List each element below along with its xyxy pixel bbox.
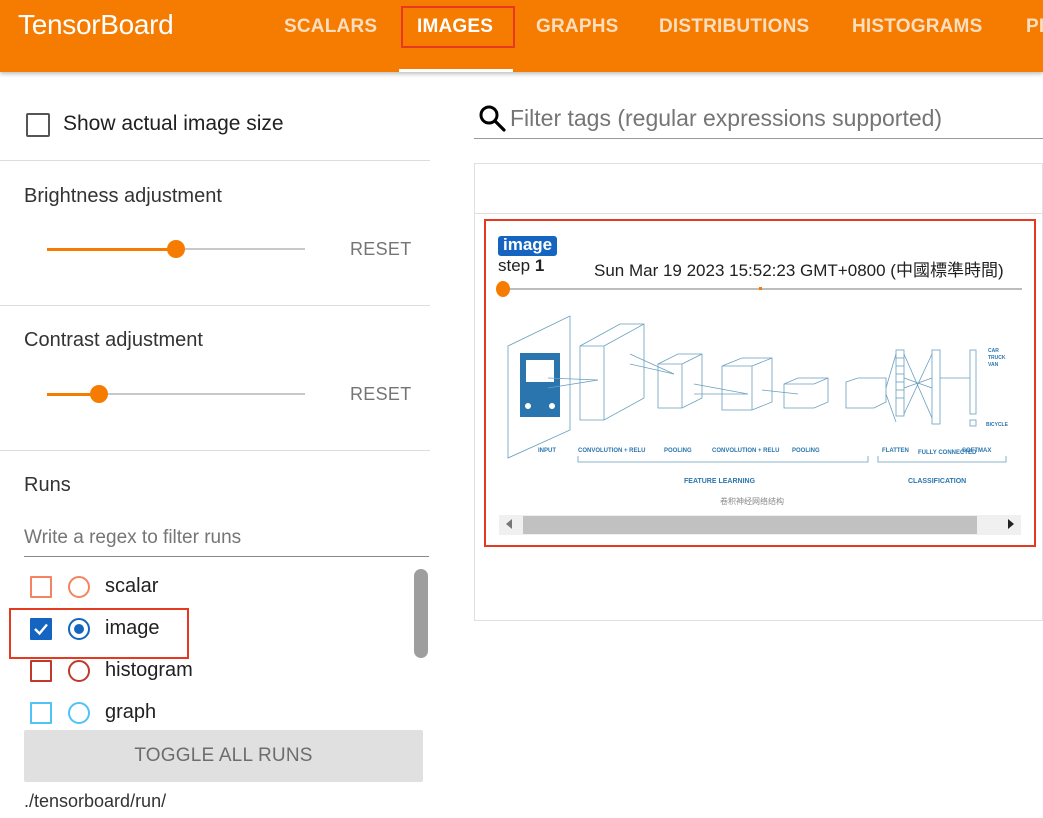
img-label-conv1: CONVOLUTION + RELU [578,448,646,454]
img-label-input: INPUT [538,448,556,454]
img-label-truck: TRUCK [988,355,1006,361]
tab-scalars[interactable]: SCALARS [284,14,377,40]
runs-filter-input[interactable] [24,520,429,557]
cnn-architecture-image: INPUT CONVOLUTION + RELU POOLING CONVOLU… [507,315,1009,506]
image-horizontal-scrollbar[interactable] [499,515,1021,535]
img-label-car: CAR [988,348,999,354]
scroll-left-icon[interactable] [506,519,512,529]
cnn-drawing [507,315,1007,463]
tag-filter-input[interactable] [510,100,1040,136]
brightness-title: Brightness adjustment [24,185,222,207]
tab-histograms[interactable]: HISTOGRAMS [852,14,982,40]
run-radio[interactable] [68,702,90,724]
step-slider-thumb[interactable] [496,281,510,297]
img-label-classification: CLASSIFICATION [908,478,966,485]
run-name: graph [105,701,157,723]
tag-filter [474,96,1043,139]
run-checkbox[interactable] [30,660,52,682]
run-name: scalar [105,575,159,597]
divider [0,450,430,451]
img-label-conv2: CONVOLUTION + RELU [712,448,780,454]
step-slider-tick [759,287,762,290]
step-prefix: step [498,256,531,275]
show-actual-size-checkbox[interactable] [26,113,50,137]
contrast-reset-button[interactable]: RESET [350,384,412,405]
step-value: 1 [534,256,545,275]
show-actual-size-label: Show actual image size [63,112,284,135]
sidebar: Show actual image size Brightness adjust… [0,72,430,818]
active-tab-indicator [399,69,513,72]
images-tab-highlight [401,6,515,48]
scrollbar-thumb[interactable] [523,516,977,534]
run-checkbox[interactable] [30,702,52,724]
img-label-pool1: POOLING [664,448,692,454]
img-caption: 卷积神经网络结构 [720,496,784,506]
scroll-right-icon[interactable] [1008,519,1014,529]
image-run-highlight [9,608,189,659]
divider [0,160,430,161]
app-title: TensorBoard [18,9,174,40]
tab-projector[interactable]: PI [1026,14,1043,40]
img-label-van: VAN [988,362,999,368]
brightness-slider-thumb[interactable] [167,240,185,258]
logdir-path: ./tensorboard/run/ [24,791,167,811]
img-label-bicycle: BICYCLE [986,422,1009,428]
step-label: step 1 [498,256,544,276]
wall-time: Sun Mar 19 2023 15:52:23 GMT+0800 (中國標準時… [594,261,1004,280]
divider [0,305,430,306]
brightness-reset-button[interactable]: RESET [350,239,412,260]
contrast-slider-thumb[interactable] [90,385,108,403]
run-radio[interactable] [68,576,90,598]
brightness-slider-fill [47,248,176,251]
run-name: histogram [105,659,193,681]
img-label-softmax: SOFTMAX [962,448,991,454]
toggle-all-runs-button[interactable]: TOGGLE ALL RUNS [24,730,423,782]
run-checkbox[interactable] [30,576,52,598]
top-app-bar: TensorBoard SCALARS IMAGES GRAPHS DISTRI… [0,0,1043,72]
img-label-feature-learning: FEATURE LEARNING [684,478,756,485]
tab-graphs[interactable]: GRAPHS [536,14,619,40]
image-tag-chip: image [498,236,558,256]
img-label-pool2: POOLING [792,448,820,454]
runs-scrollbar[interactable] [414,569,428,658]
runs-title: Runs [24,474,71,496]
img-label-flatten: FLATTEN [882,448,909,454]
search-icon [479,105,506,132]
contrast-title: Contrast adjustment [24,329,203,351]
run-radio[interactable] [68,660,90,682]
tab-distributions[interactable]: DISTRIBUTIONS [659,14,809,40]
pane-header-divider [474,213,1043,214]
